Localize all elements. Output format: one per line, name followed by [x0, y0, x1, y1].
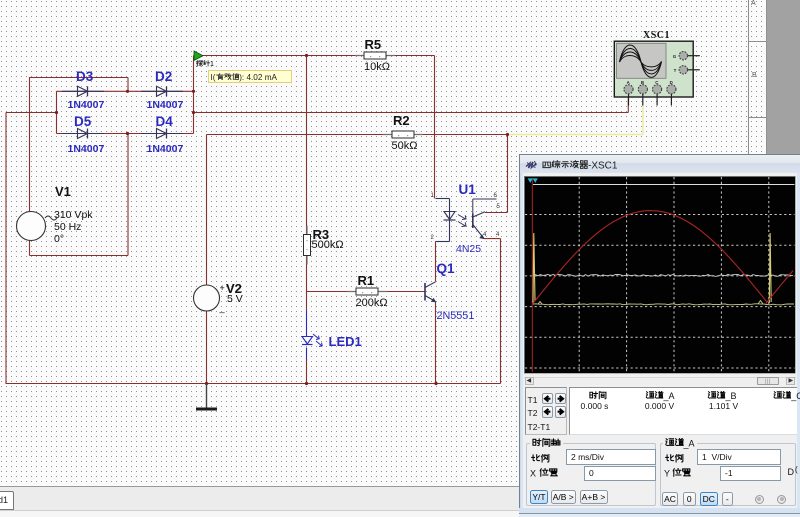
svg-text:G: G: [673, 54, 677, 59]
svg-text:D: D: [670, 80, 673, 85]
svg-text:T: T: [674, 68, 677, 73]
svg-text:B: B: [641, 80, 644, 85]
